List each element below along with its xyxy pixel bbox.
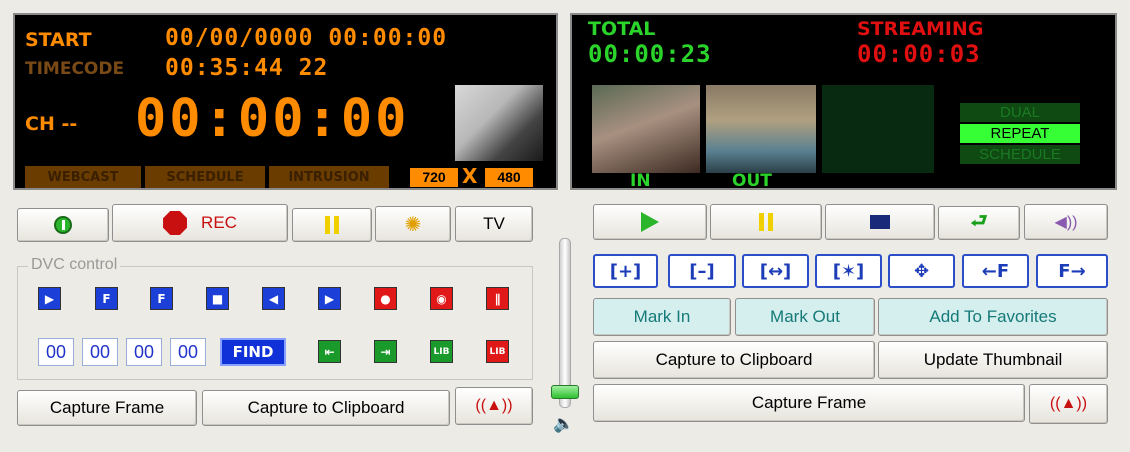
tag-schedule: SCHEDULE (145, 166, 265, 188)
resolution-width: 720 (410, 168, 458, 187)
find-button[interactable]: FIND (220, 338, 286, 366)
in-label: IN (630, 171, 651, 191)
stop-icon (870, 215, 890, 229)
timecode-label: TIMECODE (25, 59, 125, 79)
dvc-timer-button[interactable]: ◉ (430, 287, 453, 310)
dvc-prev-frame-button[interactable]: ◀ (262, 287, 285, 310)
mark-in-label: Mark In (633, 307, 691, 326)
empty-preview (822, 85, 934, 173)
tv-label: TV (483, 214, 505, 233)
tag-intrusion: INTRUSION (269, 166, 389, 188)
timecode-value: 00:35:44 22 (165, 55, 329, 81)
power-button[interactable] (17, 208, 109, 242)
repeat-button[interactable]: ⮐ (938, 206, 1020, 240)
broadcast-button-right[interactable]: ((▲)) (1029, 384, 1108, 424)
mode-dual[interactable]: DUAL (960, 103, 1080, 122)
play-icon (641, 212, 659, 232)
capture-clipboard-label-right: Capture to Clipboard (655, 350, 813, 369)
broadcast-button-left[interactable]: ((▲)) (455, 387, 533, 425)
out-preview (706, 85, 816, 173)
broadcast-icon: ((▲)) (475, 397, 513, 414)
gear-icon: ✺ (404, 212, 422, 236)
dvc-timecode-hours[interactable]: 00 (38, 338, 74, 366)
dvc-stop-button[interactable]: ■ (206, 287, 229, 310)
fit-all-button[interactable]: [✶] (815, 254, 882, 288)
volume-slider-thumb[interactable] (551, 385, 579, 399)
in-preview (592, 85, 700, 173)
pause-icon (325, 216, 339, 234)
resolution-height: 480 (485, 168, 533, 187)
dvc-forward-button[interactable]: F (150, 287, 173, 310)
channel-thumbnail (455, 85, 543, 161)
mute-button[interactable]: ◀)) (1024, 204, 1108, 240)
add-to-favorites-label: Add To Favorites (929, 307, 1057, 326)
total-label: TOTAL (588, 18, 656, 40)
update-thumbnail-label: Update Thumbnail (923, 350, 1063, 369)
play-button[interactable] (593, 204, 707, 240)
volume-icon: ◀)) (1054, 214, 1078, 231)
fit-width-button[interactable]: [↔] (742, 254, 809, 288)
capture-clipboard-label-left: Capture to Clipboard (247, 398, 405, 417)
capture-frame-label-left: Capture Frame (49, 398, 165, 417)
speaker-icon: 🔈 (553, 414, 575, 434)
start-value: 00/00/0000 00:00:00 (165, 25, 448, 51)
dvc-pause-button[interactable]: ∥ (486, 287, 509, 310)
settings-button[interactable]: ✺ (375, 206, 451, 242)
pause-button-right[interactable] (710, 204, 822, 240)
dvc-mark-in-button[interactable]: ⇤ (318, 340, 341, 363)
tag-webcast: WEBCAST (25, 166, 141, 188)
capture-clipboard-button-left[interactable]: Capture to Clipboard (202, 390, 450, 426)
record-label: REC (201, 213, 237, 232)
zoom-out-button[interactable]: [–] (668, 254, 736, 288)
dvc-library-remove-button[interactable]: LIB (486, 340, 509, 363)
resolution-x: X (462, 164, 478, 188)
mark-out-label: Mark Out (770, 307, 840, 326)
frame-back-button[interactable]: ←F (962, 254, 1029, 288)
update-thumbnail-button[interactable]: Update Thumbnail (878, 341, 1108, 379)
dvc-legend: DVC control (28, 256, 121, 274)
out-label: OUT (732, 171, 772, 191)
dvc-timecode-frames[interactable]: 00 (170, 338, 206, 366)
tv-button[interactable]: TV (455, 206, 533, 242)
record-icon (163, 211, 188, 235)
capture-frame-button-right[interactable]: Capture Frame (593, 384, 1025, 422)
broadcast-icon-right: ((▲)) (1049, 395, 1088, 412)
mark-in-button[interactable]: Mark In (593, 298, 731, 336)
streaming-label: STREAMING (857, 18, 984, 40)
record-button[interactable]: REC (112, 204, 288, 242)
total-value: 00:00:23 (588, 40, 712, 68)
main-time: 00:00:00 (135, 89, 410, 149)
volume-slider-track[interactable] (559, 238, 571, 408)
capture-clipboard-button-right[interactable]: Capture to Clipboard (593, 341, 875, 379)
pause-button[interactable] (292, 208, 372, 242)
dvc-record-button[interactable]: ● (374, 287, 397, 310)
stop-button[interactable] (825, 204, 935, 240)
frame-forward-button[interactable]: F→ (1036, 254, 1108, 288)
dvc-next-frame-button[interactable]: ▶ (318, 287, 341, 310)
left-display: START 00/00/0000 00:00:00 TIMECODE 00:35… (13, 13, 558, 190)
channel-label: CH -- (25, 113, 78, 135)
start-label: START (25, 29, 92, 51)
dvc-play-button[interactable]: ▶ (38, 287, 61, 310)
mode-schedule[interactable]: SCHEDULE (960, 145, 1080, 164)
power-icon (54, 216, 72, 234)
add-to-favorites-button[interactable]: Add To Favorites (878, 298, 1108, 336)
capture-frame-button-left[interactable]: Capture Frame (17, 390, 197, 426)
dvc-timecode-seconds[interactable]: 00 (126, 338, 162, 366)
move-button[interactable]: ✥ (888, 254, 955, 288)
dvc-library-add-button[interactable]: LIB (430, 340, 453, 363)
dvc-mark-out-button[interactable]: ⇥ (374, 340, 397, 363)
dvc-rewind-button[interactable]: F (95, 287, 118, 310)
mode-repeat[interactable]: REPEAT (960, 124, 1080, 143)
dvc-timecode-minutes[interactable]: 00 (82, 338, 118, 366)
pause-icon-right (759, 213, 773, 231)
repeat-icon: ⮐ (970, 210, 988, 232)
capture-frame-label-right: Capture Frame (751, 393, 867, 412)
zoom-in-button[interactable]: [+] (593, 254, 658, 288)
streaming-value: 00:00:03 (857, 40, 981, 68)
mark-out-button[interactable]: Mark Out (735, 298, 875, 336)
